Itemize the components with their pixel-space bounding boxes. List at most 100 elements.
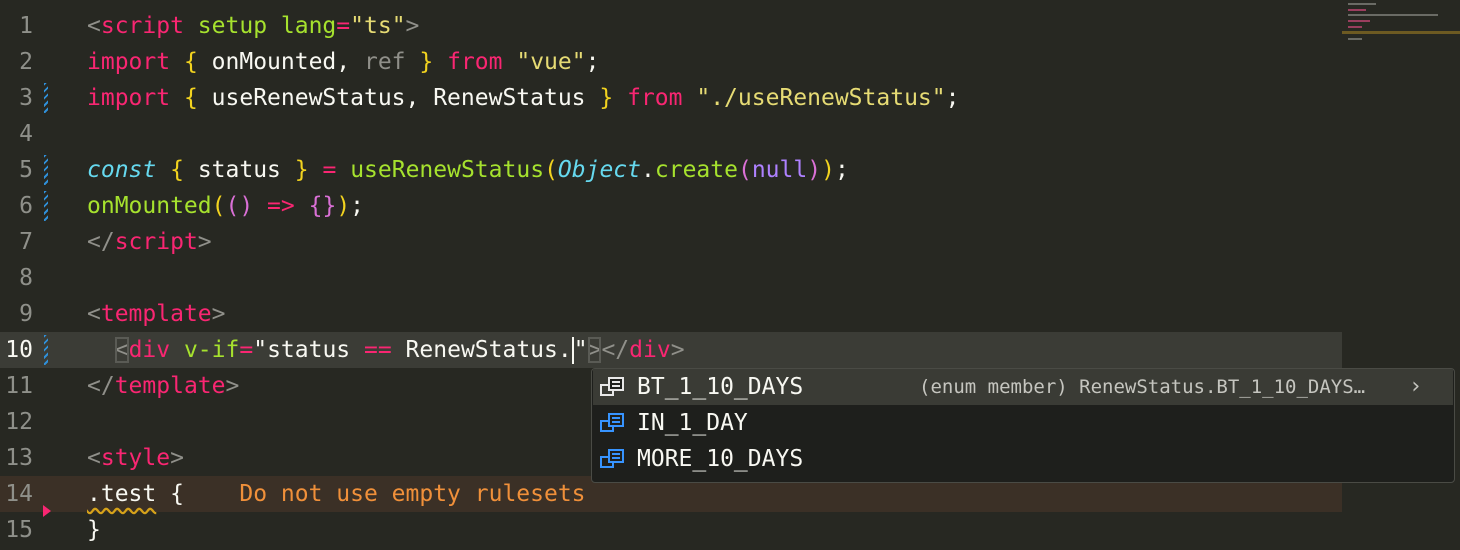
code-text: onMounted(() => {}); — [87, 188, 364, 224]
code-line[interactable]: 7 </script> — [0, 224, 1342, 260]
code-token: Object — [557, 157, 642, 183]
line-number: 5 — [19, 157, 33, 183]
code-token: ( — [211, 193, 226, 219]
code-token: </ — [87, 229, 115, 255]
code-text: </template> — [87, 368, 239, 404]
code-token: null — [751, 157, 808, 183]
suggest-widget[interactable]: BT_1_10_DAYS (enum member) RenewStatus.B… — [591, 368, 1455, 483]
suggest-item[interactable]: BT_1_10_DAYS (enum member) RenewStatus.B… — [593, 369, 1453, 405]
code-token: .test — [87, 481, 157, 507]
code-token: ; — [585, 49, 600, 75]
line-number: 15 — [5, 517, 33, 543]
code-token: = — [336, 13, 351, 39]
code-token: ) — [807, 157, 822, 183]
minimap-line — [1348, 9, 1366, 11]
code-token: { — [183, 49, 198, 75]
code-token: onMounted, — [197, 49, 364, 75]
minimap[interactable] — [1342, 0, 1460, 48]
code-token: style — [100, 445, 171, 471]
code-token: "vue" — [516, 49, 586, 75]
code-token: </ — [87, 373, 115, 399]
code-token: ) — [821, 157, 835, 183]
code-token: "./useRenewStatus" — [696, 85, 946, 111]
code-token: import — [87, 85, 171, 111]
line-number: 11 — [5, 373, 33, 399]
code-line[interactable]: 6 onMounted(() => {}); — [0, 188, 1342, 224]
suggest-item-label: IN_1_DAY — [637, 410, 748, 436]
code-token: = — [239, 337, 254, 363]
suggest-item-detail: (enum member) RenewStatus.BT_1_10_DAYS… — [919, 376, 1366, 398]
code-text: <div v-if="status == RenewStatus."></div… — [87, 332, 685, 368]
code-token: > — [670, 337, 685, 363]
enum-member-icon — [600, 413, 624, 432]
minimap-line — [1348, 26, 1362, 28]
line-number: 12 — [5, 409, 33, 435]
code-token: v-if — [170, 337, 240, 363]
code-token: template — [100, 301, 212, 327]
code-token: from — [447, 49, 503, 75]
code-token: ) — [336, 193, 351, 219]
line-number: 10 — [5, 337, 33, 363]
code-token: template — [114, 373, 226, 399]
code-token: ref — [363, 49, 406, 75]
code-token: create — [654, 157, 738, 183]
line-number: 8 — [19, 265, 33, 291]
code-token: > — [587, 337, 602, 363]
code-text: import { useRenewStatus, RenewStatus } f… — [87, 80, 959, 116]
code-token: div — [629, 337, 671, 363]
code-editor[interactable]: 1 <script setup lang="ts"> 2 import { onMou… — [0, 0, 1460, 550]
code-token: => — [267, 193, 295, 219]
enum-member-icon — [600, 449, 624, 468]
suggest-item[interactable]: IN_1_DAY — [593, 405, 1453, 441]
code-text: </script> — [87, 224, 212, 260]
code-token: ; — [834, 157, 849, 183]
code-token: import — [87, 49, 171, 75]
code-token: > — [405, 13, 420, 39]
modified-gutter-marker — [44, 191, 48, 221]
code-token: > — [170, 445, 184, 471]
code-line[interactable]: 9 <template> — [0, 296, 1342, 332]
code-token: > — [197, 229, 212, 255]
code-line[interactable]: 5 const { status } = useRenewStatus(Objec… — [0, 152, 1342, 188]
code-token: const — [87, 157, 157, 183]
code-line[interactable]: 10 <div v-if="status == RenewStatus."></… — [0, 332, 1342, 368]
code-token: < — [114, 337, 129, 363]
line-number: 7 — [19, 229, 33, 255]
code-token: > — [225, 373, 240, 399]
code-line[interactable]: 15} — [0, 512, 1342, 548]
line-number: 3 — [19, 85, 33, 111]
modified-gutter-marker — [44, 335, 48, 365]
code-line[interactable]: 8 — [0, 260, 1342, 296]
code-line[interactable]: 2 import { onMounted, ref } from "vue"; — [0, 44, 1342, 80]
code-token: status — [183, 157, 295, 183]
line-number: 9 — [19, 301, 33, 327]
code-text: const { status } = useRenewStatus(Object… — [87, 152, 849, 188]
code-token: lang — [267, 13, 337, 39]
diagnostic-message: Do not use empty rulesets — [239, 481, 586, 507]
code-text: <template> — [87, 296, 226, 332]
code-token: " — [573, 337, 588, 363]
enum-member-icon — [600, 377, 624, 396]
code-text: <style> — [87, 440, 184, 476]
code-token: useRenewStatus, RenewStatus — [197, 85, 600, 111]
code-token: script — [100, 13, 184, 39]
code-token: script — [114, 229, 198, 255]
chevron-right-icon[interactable]: › — [1409, 369, 1422, 405]
code-line[interactable]: 3 import { useRenewStatus, RenewStatus } … — [0, 80, 1342, 116]
code-token: < — [87, 13, 101, 39]
code-token: onMounted — [87, 193, 212, 219]
code-line[interactable]: 1 <script setup lang="ts"> — [0, 8, 1342, 44]
code-token: < — [87, 445, 101, 471]
code-token: () — [225, 193, 254, 219]
code-line[interactable]: 4 — [0, 116, 1342, 152]
suggest-item[interactable]: MORE_10_DAYS — [593, 441, 1453, 477]
